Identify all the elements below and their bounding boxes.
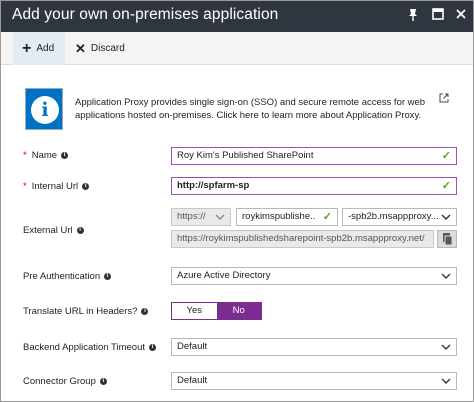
blade: Add your own on-premises application + A… [0, 0, 474, 402]
name-label: * Name i [23, 150, 69, 161]
external-link-icon[interactable] [439, 93, 449, 103]
external-url-subdomain-input[interactable]: roykimspublishe.. ✓ [236, 208, 338, 226]
window-title: Add your own on-premises application [12, 6, 279, 23]
discard-button[interactable]: ✕ Discard [71, 32, 131, 65]
plus-icon: + [22, 39, 32, 57]
discard-button-label: Discard [90, 43, 125, 54]
info-icon: i [25, 88, 63, 130]
valid-check-icon: ✓ [441, 150, 451, 162]
chevron-down-icon [441, 378, 451, 384]
maximize-icon[interactable] [430, 8, 446, 24]
external-url-label: External Url i [23, 225, 84, 236]
backend-timeout-select[interactable]: Default [171, 338, 457, 356]
add-button-label: Add [36, 43, 55, 54]
valid-check-icon: ✓ [441, 180, 451, 192]
backend-timeout-label: Backend Application Timeout i [23, 342, 156, 353]
title-bar: Add your own on-premises application [1, 1, 473, 32]
connector-group-label: Connector Group i [23, 376, 107, 387]
internal-url-input[interactable]: http://spfarm-sp ✓ [171, 177, 457, 195]
pin-icon[interactable] [405, 8, 421, 24]
info-tooltip-icon[interactable]: i [104, 273, 112, 280]
info-tooltip-icon[interactable]: i [141, 308, 149, 315]
info-tooltip-icon[interactable]: i [149, 344, 156, 351]
info-tooltip-icon[interactable]: i [76, 227, 84, 234]
chevron-down-icon [441, 344, 451, 350]
valid-check-icon: ✓ [322, 211, 332, 223]
translate-url-label: Translate URL in Headers? i [23, 306, 149, 317]
info-tooltip-icon[interactable]: i [99, 378, 107, 385]
add-button[interactable]: + Add [13, 32, 65, 65]
internal-url-label: * Internal Url i [23, 181, 90, 192]
copy-icon[interactable] [437, 230, 457, 248]
chevron-down-icon [215, 214, 225, 220]
pre-auth-label: Pre Authentication i [23, 271, 112, 282]
translate-url-toggle: Yes No [171, 302, 262, 320]
toggle-no-option[interactable]: No [216, 303, 261, 319]
info-description[interactable]: Application Proxy provides single sign-o… [75, 97, 435, 122]
x-icon: ✕ [75, 41, 86, 56]
info-tooltip-icon[interactable]: i [82, 183, 90, 190]
chevron-down-icon [441, 214, 451, 220]
required-asterisk: * [23, 181, 27, 192]
name-input[interactable]: Roy Kim's Published SharePoint ✓ [171, 147, 457, 165]
external-url-scheme-select: https:// [171, 208, 231, 226]
connector-group-select[interactable]: Default [171, 372, 457, 390]
required-asterisk: * [23, 150, 27, 161]
info-tooltip-icon[interactable]: i [61, 152, 69, 159]
external-url-domain-select[interactable]: -spb2b.msappproxy... [342, 208, 457, 226]
pre-auth-select[interactable]: Azure Active Directory [171, 267, 457, 285]
toggle-yes-option[interactable]: Yes [172, 303, 217, 319]
external-url-full-field: https://roykimspublishedsharepoint-spb2b… [171, 230, 434, 248]
chevron-down-icon [441, 273, 451, 279]
command-bar: + Add ✕ Discard [1, 32, 473, 65]
close-icon[interactable] [453, 8, 469, 24]
